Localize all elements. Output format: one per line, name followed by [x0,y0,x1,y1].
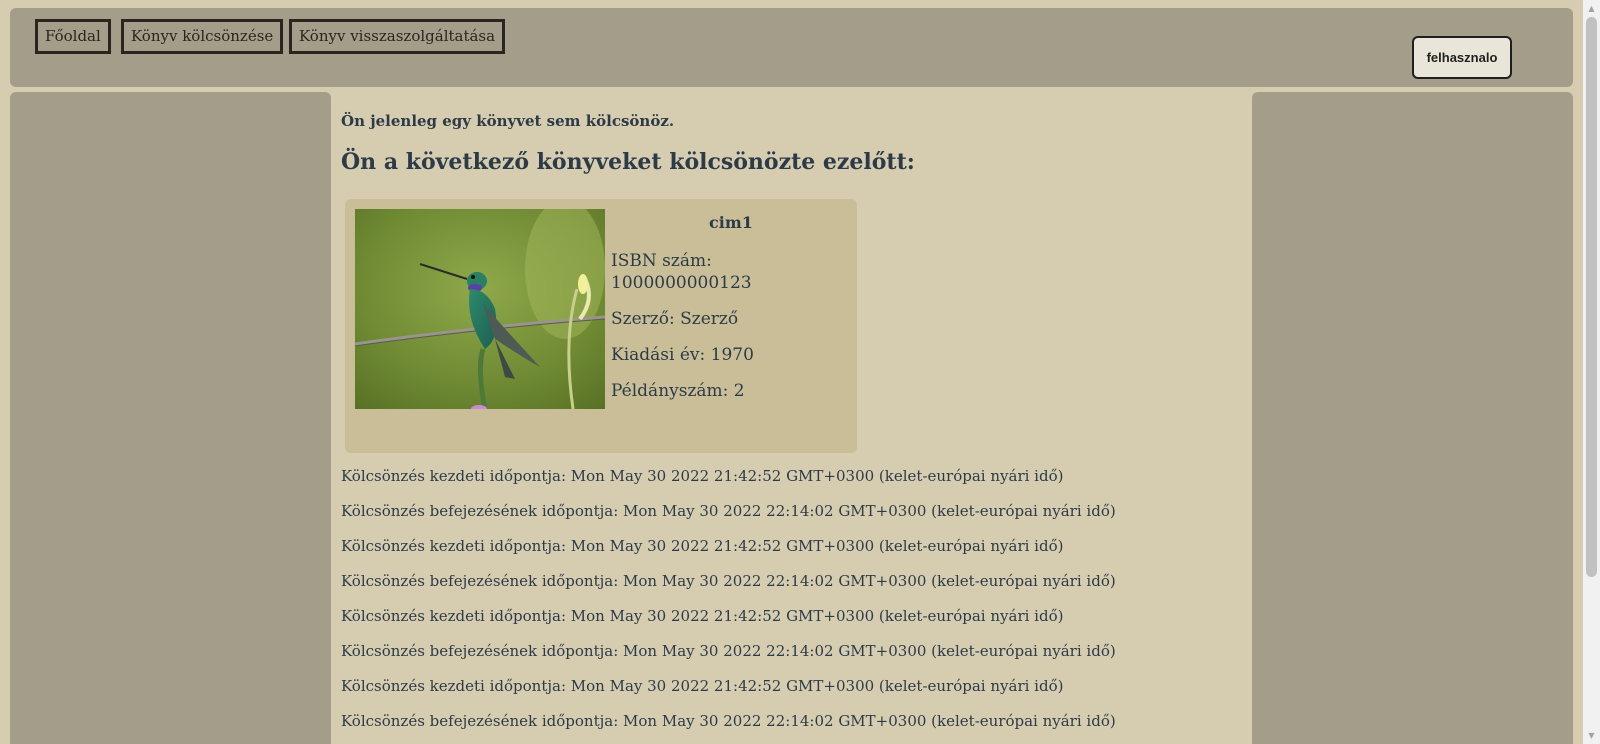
loan-start-time: Kölcsönzés kezdeti időpontja: Mon May 30… [341,467,1064,485]
loan-start-time: Kölcsönzés kezdeti időpontja: Mon May 30… [341,537,1064,555]
book-isbn: ISBN szám: 1000000000123 [611,251,752,293]
scrollbar-thumb[interactable] [1586,17,1597,577]
loan-end-time: Kölcsönzés befejezésének időpontja: Mon … [341,712,1116,730]
page: Főoldal Könyv kölcsönzése Könyv visszasz… [0,0,1600,744]
loan-start-time: Kölcsönzés kezdeti időpontja: Mon May 30… [341,607,1064,625]
scroll-up-icon[interactable]: ▲ [1583,0,1600,17]
loan-end-time: Kölcsönzés befejezésének időpontja: Mon … [341,502,1116,520]
header-bar: Főoldal Könyv kölcsönzése Könyv visszasz… [10,8,1573,87]
loan-end-time: Kölcsönzés befejezésének időpontja: Mon … [341,642,1116,660]
book-title: cim1 [709,213,753,232]
scroll-down-icon[interactable]: ▼ [1583,727,1600,744]
nav-return-button[interactable]: Könyv visszaszolgáltatása [289,19,506,54]
right-sidebar [1252,92,1573,744]
loan-history-list: Kölcsönzés kezdeti időpontja: Mon May 30… [341,466,1116,744]
book-author: Szerző: Szerző [611,309,739,329]
loan-start-time: Kölcsönzés kezdeti időpontja: Mon May 30… [341,677,1064,695]
book-year: Kiadási év: 1970 [611,345,754,365]
nav-borrow-button[interactable]: Könyv kölcsönzése [121,19,284,54]
main-content: Ön jelenleg egy könyvet sem kölcsönöz. Ö… [341,92,1241,744]
book-cover-image [355,209,605,409]
loan-end-time: Kölcsönzés befejezésének időpontja: Mon … [341,572,1116,590]
book-card[interactable]: cim1 ISBN szám: 1000000000123 Szerző: Sz… [345,199,857,453]
history-title: Ön a következő könyveket kölcsönözte eze… [341,149,915,175]
vertical-scrollbar[interactable]: ▲ ▼ [1583,0,1600,744]
current-loan-status: Ön jelenleg egy könyvet sem kölcsönöz. [341,112,675,130]
left-sidebar [10,92,331,744]
user-button[interactable]: felhasznalo [1412,36,1512,79]
book-copies: Példányszám: 2 [611,381,745,401]
nav-home-button[interactable]: Főoldal [35,19,111,54]
book-info: cim1 ISBN szám: 1000000000123 Szerző: Sz… [611,213,851,416]
